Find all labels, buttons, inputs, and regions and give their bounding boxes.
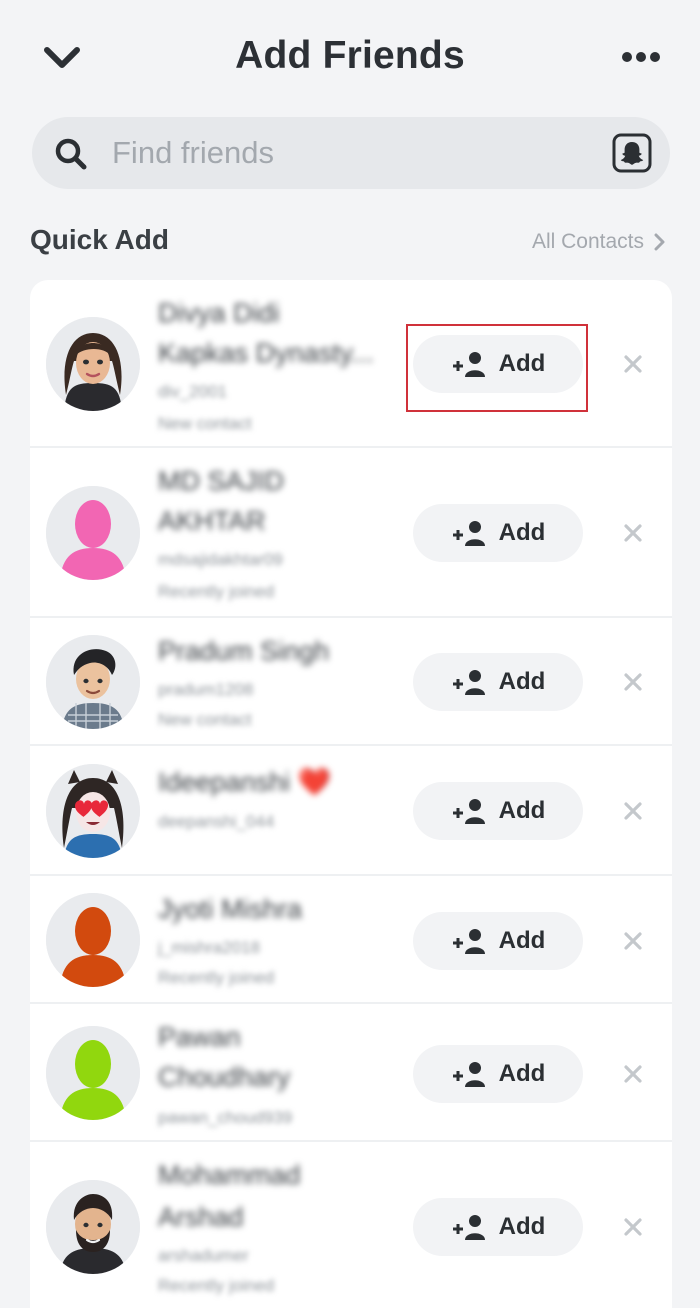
dismiss-suggestion-button[interactable] — [620, 1214, 646, 1240]
all-contacts-link[interactable]: All Contacts — [532, 230, 666, 254]
more-options-button[interactable] — [618, 42, 664, 72]
add-button-label: Add — [498, 1213, 546, 1240]
suggestion-username: deepanshi_044 — [158, 812, 275, 831]
add-friend-button[interactable]: Add — [413, 335, 583, 393]
suggestion-username: mdsajidakhtar09 — [158, 550, 283, 569]
quick-add-list: Divya Didi Kapkas Dynasty... div_2001 Ne… — [30, 280, 672, 1308]
suggestion-reason: Recently joined — [158, 968, 275, 987]
add-user-icon — [452, 352, 485, 377]
close-icon — [624, 932, 642, 950]
close-icon — [624, 524, 642, 542]
more-horizontal-icon — [622, 52, 660, 62]
suggestion-name-line: AKHTAR — [158, 506, 266, 536]
section-title: Quick Add — [30, 224, 169, 255]
add-friend-button[interactable]: Add — [413, 504, 583, 562]
all-contacts-label: All Contacts — [531, 230, 644, 253]
add-friend-button[interactable]: Add — [413, 1198, 583, 1256]
dismiss-suggestion-button[interactable] — [620, 1061, 646, 1087]
bitmoji-avatar-image — [46, 635, 140, 729]
suggestion-username: pawan_choud939 — [158, 1108, 293, 1127]
list-item: Divya Didi Kapkas Dynasty... div_2001 Ne… — [30, 280, 672, 448]
add-friend-button[interactable]: Add — [413, 782, 583, 840]
add-button-label: Add — [498, 519, 546, 546]
close-icon — [624, 673, 642, 691]
add-user-icon — [452, 929, 485, 954]
snapcode-ghost-icon — [612, 133, 652, 173]
close-icon — [624, 802, 642, 820]
add-button-label: Add — [498, 350, 546, 377]
suggestion-username: pradum1208 — [158, 680, 254, 699]
add-friend-button[interactable]: Add — [413, 653, 583, 711]
add-button-label: Add — [498, 1060, 546, 1087]
add-user-icon — [452, 1062, 485, 1087]
header-bar: Add Friends — [0, 0, 700, 112]
suggestion-name-line: Pawan — [158, 1022, 241, 1052]
suggestion-name-line: Kapkas Dynasty... — [158, 338, 374, 368]
list-item: Mohammad Arshad arshadumer Recently join… — [30, 1142, 672, 1308]
suggestion-reason: Recently joined — [158, 1276, 275, 1295]
avatar — [46, 893, 140, 987]
list-item: Ideepanshi ❤️ deepanshi_044 Add — [30, 746, 672, 876]
suggestion-reason: Recently joined — [158, 582, 275, 601]
suggestion-reason: New contact — [158, 414, 252, 433]
avatar — [46, 1026, 140, 1120]
add-user-icon — [452, 799, 485, 824]
suggestion-username: j_mishra2018 — [158, 938, 261, 957]
suggestion-name-line: Divya Didi — [158, 298, 280, 328]
avatar — [46, 1180, 140, 1274]
list-item: MD SAJID AKHTAR mdsajidakhtar09 Recently… — [30, 448, 672, 618]
avatar — [46, 486, 140, 580]
suggestion-name-line: Mohammad — [158, 1160, 301, 1190]
avatar — [46, 635, 140, 729]
suggestion-name-line: Pradum Singh — [158, 636, 330, 666]
dismiss-suggestion-button[interactable] — [620, 520, 646, 546]
add-friend-button[interactable]: Add — [413, 912, 583, 970]
add-button-label: Add — [498, 668, 546, 695]
suggestion-name-line: Choudhary — [158, 1062, 291, 1092]
search-icon — [55, 138, 87, 170]
close-icon — [624, 1218, 642, 1236]
search-input[interactable] — [112, 131, 612, 175]
suggestion-reason: New contact — [158, 710, 252, 729]
silhouette-avatar-image — [46, 486, 140, 580]
list-item: Jyoti Mishra j_mishra2018 Recently joine… — [30, 876, 672, 1004]
suggestion-name-line: MD SAJID — [158, 466, 285, 496]
add-friend-button[interactable]: Add — [413, 1045, 583, 1103]
list-item: Pawan Choudhary pawan_choud939 Add — [30, 1004, 672, 1142]
dismiss-suggestion-button[interactable] — [620, 669, 646, 695]
silhouette-avatar-image — [46, 1026, 140, 1120]
close-icon — [624, 355, 642, 373]
bitmoji-avatar-image — [46, 1180, 140, 1274]
chevron-right-icon — [654, 233, 665, 251]
avatar — [46, 764, 140, 858]
snapcode-button[interactable] — [612, 133, 652, 173]
suggestion-username: arshadumer — [158, 1246, 249, 1265]
dismiss-suggestion-button[interactable] — [620, 928, 646, 954]
dismiss-suggestion-button[interactable] — [620, 798, 646, 824]
suggestion-username: div_2001 — [158, 382, 228, 401]
bitmoji-avatar-image — [46, 317, 140, 411]
search-bar — [32, 117, 670, 189]
add-user-icon — [452, 521, 485, 546]
silhouette-avatar-image — [46, 893, 140, 987]
add-user-icon — [452, 670, 485, 695]
bitmoji-avatar-image — [46, 764, 140, 858]
close-icon — [624, 1065, 642, 1083]
suggestion-name-line: Jyoti Mishra — [158, 894, 303, 924]
dismiss-suggestion-button[interactable] — [620, 351, 646, 377]
add-user-icon — [452, 1215, 485, 1240]
add-button-label: Add — [498, 797, 546, 824]
page-title: Add Friends — [235, 34, 465, 77]
add-button-label: Add — [498, 927, 546, 954]
avatar — [46, 317, 140, 411]
suggestion-name-line: Ideepanshi ❤️ — [158, 767, 332, 797]
suggestion-name-line: Arshad — [158, 1202, 244, 1232]
list-item: Pradum Singh pradum1208 New contact Add — [30, 618, 672, 746]
